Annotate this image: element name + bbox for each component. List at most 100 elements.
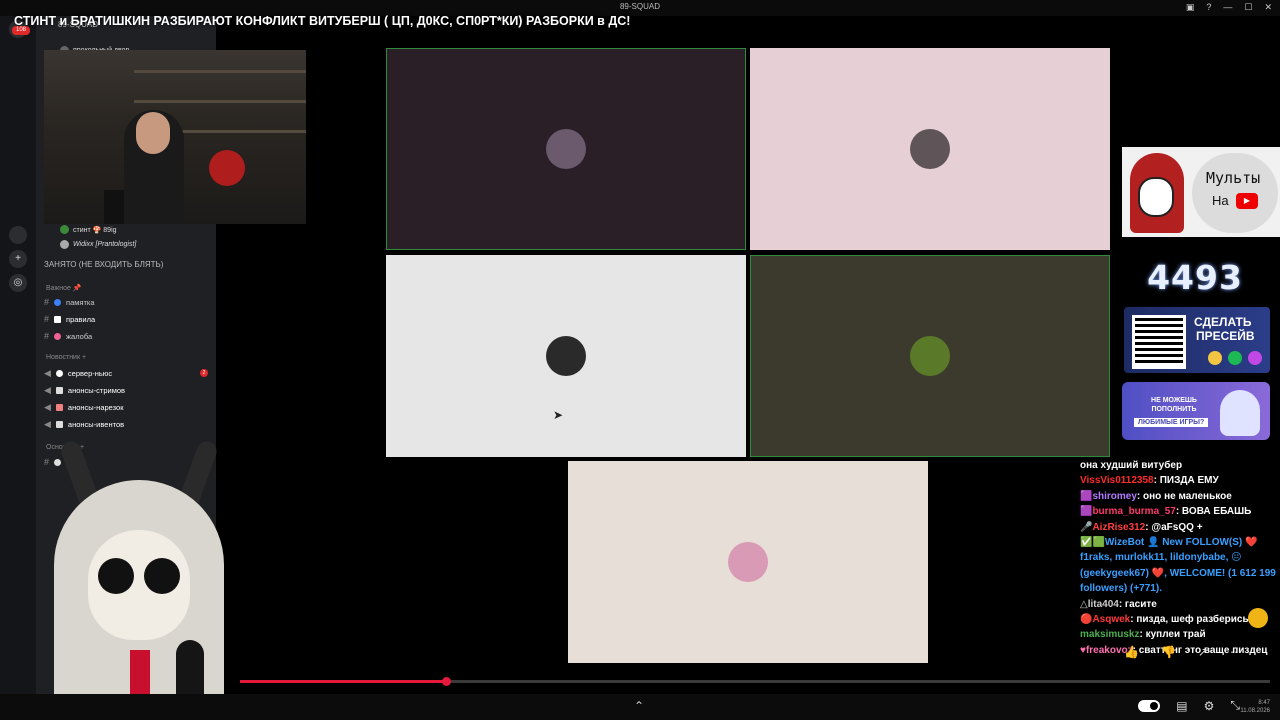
voice-user[interactable]: Widixx [Prantologist] [60, 240, 136, 249]
chat-message: 🔴Asqwek: пизда, шеф разберись [1080, 612, 1276, 627]
channel-stream-announcements[interactable]: ◀ анонсы-стримов [36, 385, 212, 396]
video-tile[interactable] [386, 255, 746, 457]
banner-text: На [1212, 193, 1229, 208]
avatar [60, 240, 69, 249]
chat-username[interactable]: maksimuskz [1080, 629, 1139, 640]
speech-bubble [1192, 153, 1278, 233]
youtube-icon: ▶ [1236, 193, 1258, 209]
clock-time: 8:47 [1258, 700, 1270, 706]
spotify-icon [1228, 351, 1242, 365]
megaphone-icon: ◀ [44, 368, 51, 378]
calendar-icon [55, 421, 63, 428]
fullscreen-icon[interactable]: ⤡ [1230, 698, 1240, 713]
channel-label: сервер-ньюс [67, 369, 113, 378]
chevron-up-icon[interactable]: ⌃ [634, 699, 644, 713]
chat-text: : ПИЗДА ЕМУ [1153, 475, 1219, 487]
channel-event-announcements[interactable]: ◀ анонсы-ивентов [36, 419, 212, 430]
like-icon[interactable]: 👍 [1124, 645, 1139, 659]
explore-icon[interactable]: ◎ [9, 274, 27, 292]
channel-label: анонсы-нарезок [67, 403, 124, 412]
clock-date: 11.08.2026 [1240, 708, 1270, 714]
goal-counter: 4493 [1147, 258, 1243, 297]
participant-avatar [910, 129, 950, 169]
channel-pravila[interactable]: # правила [36, 314, 212, 324]
category-news[interactable]: Новостник + [46, 354, 86, 361]
games-banner-tag: ЛЮБИМЫЕ ИГРЫ? [1134, 418, 1209, 427]
chat-username[interactable]: ✅🟩WizeBot 👤 [1080, 537, 1159, 548]
close-button[interactable]: ✕ [1264, 2, 1272, 13]
settings-icon[interactable]: ⚙ [1204, 699, 1215, 713]
film-icon [55, 404, 63, 411]
chat-message: VissVis0112358: ПИЗДА ЕМУ [1080, 473, 1276, 488]
chat-username[interactable]: 🟪burma_burma_57 [1080, 506, 1176, 517]
globe-icon [55, 370, 63, 377]
cartoons-banner[interactable]: Мульты На ▶ [1122, 147, 1280, 237]
hash-icon: # [44, 314, 50, 324]
chat-message: она худший витубер [1080, 458, 1276, 473]
chat-text: : гасите [1118, 598, 1157, 610]
participant-avatar [546, 336, 586, 376]
games-topup-banner[interactable]: НЕ МОЖЕШЬ ПОПОЛНИТЬ ЛЮБИМЫЕ ИГРЫ? [1122, 382, 1270, 440]
hash-icon: # [44, 331, 50, 341]
video-tile[interactable] [750, 48, 1110, 250]
category-important[interactable]: Важное 📌 [46, 284, 82, 292]
chat-actions: 👍 👎 ↗ ⋯ [1124, 645, 1242, 659]
pacman-icon [1248, 608, 1268, 628]
chat-message: 🟪shiromey: оно не маленькое [1080, 489, 1276, 504]
chat-text: : пизда, шеф разберись [1130, 614, 1249, 626]
window-title: 89-SQUAD [619, 2, 660, 11]
seek-bar-handle[interactable] [442, 677, 451, 686]
channel-zhaloba[interactable]: # жалоба [36, 331, 212, 341]
autoplay-toggle[interactable] [1138, 699, 1161, 712]
participant-avatar [728, 542, 768, 582]
minimize-button[interactable]: — [1223, 2, 1232, 13]
banner-text: Мульты [1206, 169, 1261, 187]
channel-label: жалоба [66, 331, 93, 341]
voice-user-name: стинт 🍄 89ig [73, 226, 117, 234]
player-tray: ▤ ⚙ ⤡ [1138, 698, 1240, 713]
stream-chat: она худший витубер VissVis0112358: ПИЗДА … [1080, 458, 1276, 658]
video-tile[interactable] [750, 255, 1110, 457]
video-tile[interactable] [386, 48, 746, 250]
seek-bar[interactable] [240, 677, 1270, 686]
help-icon[interactable]: ? [1206, 2, 1211, 13]
add-server-icon[interactable]: + [9, 250, 27, 268]
voice-user[interactable]: стинт 🍄 89ig [60, 225, 117, 234]
inbox-icon[interactable]: ▣ [1186, 2, 1195, 13]
chat-text: : куплеи трай [1139, 629, 1206, 641]
sun-icon [1208, 351, 1222, 365]
dislike-icon[interactable]: 👎 [1161, 645, 1176, 659]
globe-icon [54, 298, 62, 306]
presave-text: ПРЕСЕЙВ [1196, 329, 1255, 343]
stream-title: СТИНТ и БРАТИШКИН РАЗБИРАЮТ КОНФЛИКТ ВИТ… [14, 14, 631, 28]
channel-pamyatka[interactable]: # памятка [36, 297, 212, 307]
chat-username[interactable]: 🎤AizRise312 [1080, 522, 1145, 533]
channel-server-news[interactable]: ◀ сервер-ньюс [36, 368, 212, 379]
more-icon[interactable]: ⋯ [1230, 645, 1242, 659]
stop-icon [54, 332, 62, 340]
voice-user-name: Widixx [Prantologist] [73, 241, 137, 248]
chat-username[interactable]: 🟪shiromey [1080, 491, 1137, 502]
system-clock: 8:47 11.08.2026 [1240, 699, 1270, 715]
presave-banner[interactable]: СДЕЛАТЬ ПРЕСЕЙВ [1124, 307, 1270, 373]
chat-username[interactable]: VissVis0112358 [1080, 475, 1154, 486]
share-icon[interactable]: ↗ [1198, 645, 1208, 659]
chat-message: ✅🟩WizeBot 👤 New FOLLOW(S) ❤️ f1raks, mur… [1080, 535, 1276, 597]
streamer-webcam [44, 50, 306, 224]
maximize-button[interactable]: ☐ [1244, 2, 1252, 13]
player-controls: ⌃ ▤ ⚙ ⤡ 8:47 11.08.2026 [0, 694, 1280, 720]
chat-username[interactable]: △lita404 [1080, 599, 1119, 610]
subtitles-icon[interactable]: ▤ [1176, 699, 1187, 713]
voice-channel-busy[interactable]: ЗАНЯТО (НЕ ВХОДИТЬ БЛЯТЬ) [44, 260, 163, 269]
chat-username[interactable]: 🔴Asqwek [1080, 614, 1130, 625]
channel-clip-announcements[interactable]: ◀ анонсы-нарезок [36, 402, 212, 413]
mention-badge: 2 [200, 369, 208, 377]
channel-label: правила [66, 314, 96, 324]
server-icon-2[interactable] [9, 226, 27, 244]
seek-bar-fill [240, 680, 446, 683]
mouse-cursor-icon: ➤ [553, 408, 564, 422]
chat-message: 🟪burma_burma_57: ВОВА ЕБАШЬ [1080, 504, 1276, 519]
participant-avatar [910, 336, 950, 376]
video-tile[interactable] [568, 461, 928, 663]
chat-message: maksimuskz: куплеи трай [1080, 627, 1276, 642]
